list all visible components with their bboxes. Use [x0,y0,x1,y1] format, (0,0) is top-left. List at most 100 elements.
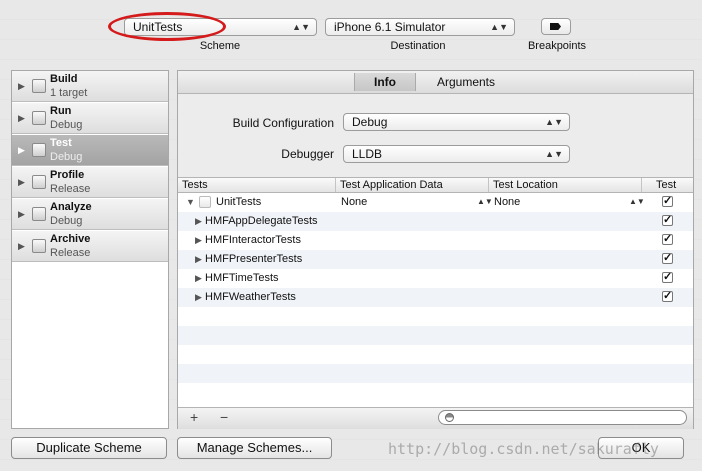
test-action-panel: Info Arguments Build Configuration Debug… [177,70,694,429]
action-test[interactable]: ▶ Test Debug [12,135,168,166]
profile-icon [32,175,46,189]
column-header-location[interactable]: Test Location [489,178,642,192]
disclosure-triangle-icon[interactable]: ▶ [18,145,25,156]
test-checkbox[interactable]: ✓ [662,272,673,283]
action-sub: Debug [50,215,83,227]
empty-row [178,307,693,326]
disclosure-triangle-icon[interactable]: ▶ [18,81,25,92]
filter-icon [445,413,454,422]
action-sub: Debug [50,119,83,131]
debugger-label: Debugger [281,147,334,161]
build-configuration-value: Debug [352,115,388,129]
run-icon [32,111,46,125]
disclosure-triangle-icon[interactable]: ▶ [18,241,25,252]
row-label: HMFInteractorTests [205,234,301,246]
disclosure-triangle-icon[interactable]: ▶ [195,212,202,231]
column-header-app-data[interactable]: Test Application Data [336,178,489,192]
debugger-value: LLDB [352,147,383,161]
popup-arrows-icon: ▲▼ [292,22,310,32]
build-icon [32,79,46,93]
test-checkbox[interactable]: ✓ [662,234,673,245]
disclosure-triangle-icon[interactable]: ▶ [195,250,202,269]
action-archive[interactable]: ▶ Archive Release [12,231,168,262]
disclosure-open-icon[interactable]: ▼ [186,193,195,212]
tab-arguments[interactable]: Arguments [416,73,516,91]
destination-caption: Destination [390,40,446,52]
test-checkbox[interactable]: ✓ [662,253,673,264]
action-sub: 1 target [50,87,88,99]
action-analyze[interactable]: ▶ Analyze Debug [12,199,168,230]
table-row[interactable]: ▶ HMFPresenterTests ✓ [178,250,693,269]
table-row[interactable]: ▶ HMFAppDelegateTests ✓ [178,212,693,231]
table-row-root[interactable]: ▼ UnitTests None ▲▼ None ▲▼ ✓ [178,193,693,212]
test-checkbox[interactable]: ✓ [662,291,673,302]
action-name: Test [50,137,72,149]
action-sub: Debug [50,151,83,163]
breakpoints-caption: Breakpoints [527,40,587,52]
row-label: HMFTimeTests [205,272,279,284]
add-test-button[interactable]: + [190,409,198,425]
disclosure-triangle-icon[interactable]: ▶ [195,288,202,307]
disclosure-triangle-icon[interactable]: ▶ [18,113,25,124]
popup-arrows-icon: ▲▼ [490,22,508,32]
destination-value: iPhone 6.1 Simulator [334,20,446,34]
empty-row [178,383,693,402]
row-label: HMFPresenterTests [205,253,303,265]
column-header-test[interactable]: Test [642,178,693,192]
action-name: Analyze [50,201,92,213]
location-value[interactable]: None [494,193,520,212]
disclosure-triangle-icon[interactable]: ▶ [18,209,25,220]
popup-arrows-icon: ▲▼ [545,149,563,159]
empty-row [178,326,693,345]
app-data-value[interactable]: None [341,193,367,212]
row-label: HMFAppDelegateTests [205,215,318,227]
action-name: Profile [50,169,85,181]
debugger-popup[interactable]: LLDB ▲▼ [343,145,570,163]
build-configuration-label: Build Configuration [232,116,334,130]
table-row[interactable]: ▶ HMFWeatherTests ✓ [178,288,693,307]
action-build[interactable]: ▶ Build 1 target [12,71,168,102]
test-target-icon [199,196,211,208]
filter-field[interactable] [438,410,687,425]
tab-info[interactable]: Info [354,73,416,91]
destination-popup[interactable]: iPhone 6.1 Simulator ▲▼ [325,18,515,36]
stepper-arrows-icon[interactable]: ▲▼ [629,193,645,211]
build-configuration-popup[interactable]: Debug ▲▼ [343,113,570,131]
disclosure-triangle-icon[interactable]: ▶ [18,177,25,188]
action-name: Run [50,105,72,117]
table-row[interactable]: ▶ HMFTimeTests ✓ [178,269,693,288]
table-row[interactable]: ▶ HMFInteractorTests ✓ [178,231,693,250]
test-checkbox[interactable]: ✓ [662,215,673,226]
action-sub: Release [50,183,91,195]
test-checkbox[interactable]: ✓ [662,196,673,207]
action-profile[interactable]: ▶ Profile Release [12,167,168,198]
tests-table: ▼ UnitTests None ▲▼ None ▲▼ ✓ ▶ HMFAppDe… [178,193,693,407]
disclosure-triangle-icon[interactable]: ▶ [195,269,202,288]
action-list: ▶ Build 1 target ▶ Run Debug ▶ Test Debu… [11,70,169,429]
scheme-editor-sheet: UnitTests ▲▼ Scheme iPhone 6.1 Simulator… [0,0,702,471]
empty-row [178,364,693,383]
breakpoints-button[interactable] [541,18,571,35]
analyze-icon [32,207,46,221]
popup-arrows-icon: ▲▼ [545,117,563,127]
tab-bar: Info Arguments [178,71,693,94]
table-bottom-bar: + − [178,407,693,429]
scheme-caption: Scheme [199,40,241,52]
row-label: HMFWeatherTests [205,291,296,303]
action-name: Build [50,73,78,85]
stepper-arrows-icon[interactable]: ▲▼ [477,193,493,211]
breakpoint-flag-icon [550,23,561,30]
row-label: UnitTests [216,196,262,208]
remove-test-button[interactable]: − [220,409,228,425]
archive-icon [32,239,46,253]
action-sub: Release [50,247,91,259]
duplicate-scheme-button[interactable]: Duplicate Scheme [11,437,167,459]
column-header-tests[interactable]: Tests [178,178,336,192]
disclosure-triangle-icon[interactable]: ▶ [195,231,202,250]
action-name: Archive [50,233,91,245]
watermark: http://blog.csdn.net/sakurafly [388,440,659,458]
scheme-highlight-oval [108,12,226,41]
manage-schemes-button[interactable]: Manage Schemes... [177,437,332,459]
action-run[interactable]: ▶ Run Debug [12,103,168,134]
test-wrench-icon [32,143,46,157]
